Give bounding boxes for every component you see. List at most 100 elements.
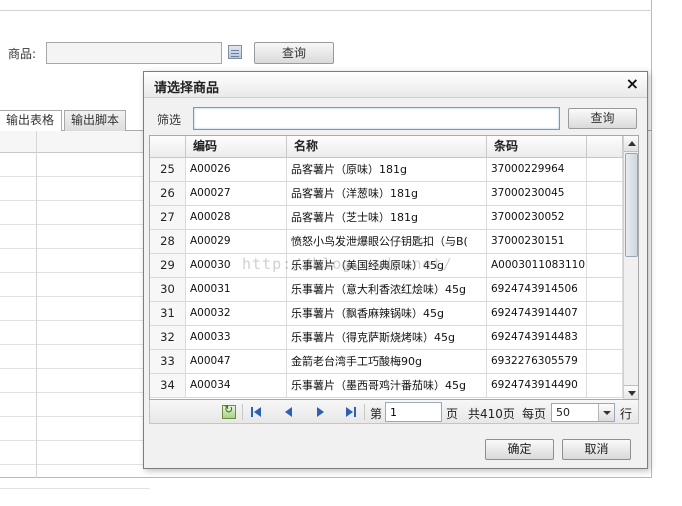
tab-output-table[interactable]: 输出表格	[0, 110, 62, 131]
row-code: A00034	[186, 374, 287, 397]
chevron-down-icon[interactable]	[598, 404, 614, 421]
header-code[interactable]: 编码	[186, 136, 287, 158]
first-page-icon[interactable]	[250, 405, 264, 419]
table-row[interactable]: 31 A00032 乐事薯片（飘香麻辣锅味）45g 6924743914407	[150, 302, 623, 326]
header-name[interactable]: 名称	[287, 136, 487, 158]
ok-button[interactable]: 确定	[485, 439, 554, 460]
row-index: 25	[150, 158, 186, 181]
scroll-down-icon[interactable]	[624, 385, 638, 399]
background-grid-row	[0, 273, 150, 297]
row-barcode: 6924743914407	[487, 302, 587, 325]
background-grid-row	[0, 297, 150, 321]
scroll-thumb[interactable]	[625, 153, 638, 257]
table-row[interactable]: 34 A00034 乐事薯片（墨西哥鸡汁番茄味）45g 692474391449…	[150, 374, 623, 398]
row-index: 27	[150, 206, 186, 229]
rows-suffix: 行	[620, 407, 633, 421]
page-suffix: 页	[446, 407, 459, 421]
row-index: 29	[150, 254, 186, 277]
picker-icon[interactable]	[228, 45, 242, 59]
filter-input[interactable]	[193, 107, 560, 130]
row-name: 乐事薯片（意大利香浓红烩味）45g	[287, 278, 487, 301]
row-index: 30	[150, 278, 186, 301]
row-name: 品客薯片（原味）181g	[287, 158, 487, 181]
total-pages: 共410页	[468, 407, 515, 421]
table-row[interactable]: 28 A00029 愤怒小鸟发泄爆眼公仔钥匙扣（与B( 37000230151	[150, 230, 623, 254]
page-size-select[interactable]: 50	[551, 403, 615, 422]
row-name: 品客薯片（芝士味）181g	[287, 206, 487, 229]
dialog-titlebar[interactable]: 请选择商品 ×	[144, 72, 647, 98]
row-index: 34	[150, 374, 186, 397]
header-filler	[587, 136, 623, 158]
table-row[interactable]: 25 A00026 品客薯片（原味）181g 37000229964	[150, 158, 623, 182]
background-grid-divider	[36, 131, 37, 478]
row-filler	[587, 230, 623, 253]
row-filler	[587, 158, 623, 181]
background-grid-row	[0, 321, 150, 345]
background-grid-row	[0, 393, 150, 417]
page-size-value: 50	[556, 406, 570, 419]
next-page-icon[interactable]	[313, 405, 327, 419]
table-row[interactable]: 30 A00031 乐事薯片（意大利香浓红烩味）45g 692474391450…	[150, 278, 623, 302]
query-button[interactable]: 查询	[254, 42, 334, 64]
row-index: 26	[150, 182, 186, 205]
row-filler	[587, 206, 623, 229]
header-index	[150, 136, 186, 158]
background-grid-row	[0, 417, 150, 441]
row-code: A00028	[186, 206, 287, 229]
tab-output-script[interactable]: 输出脚本	[64, 110, 126, 131]
product-input[interactable]	[46, 42, 222, 64]
table-row[interactable]: 33 A00047 金箭老台湾手工巧酸梅90g 6932276305579	[150, 350, 623, 374]
row-filler	[587, 182, 623, 205]
row-code: A00032	[186, 302, 287, 325]
row-index: 32	[150, 326, 186, 349]
row-code: A00027	[186, 182, 287, 205]
cancel-button[interactable]: 取消	[562, 439, 631, 460]
filter-label: 筛选	[157, 113, 182, 127]
pager-separator	[364, 404, 365, 420]
table-row[interactable]: 27 A00028 品客薯片（芝士味）181g 37000230052	[150, 206, 623, 230]
header-barcode[interactable]: 条码	[487, 136, 587, 158]
scroll-up-icon[interactable]	[624, 136, 638, 152]
row-name: 乐事薯片（飘香麻辣锅味）45g	[287, 302, 487, 325]
pager-separator	[242, 404, 243, 420]
table-row[interactable]: 32 A00033 乐事薯片（得克萨斯烧烤味）45g 6924743914483	[150, 326, 623, 350]
background-grid-row	[0, 201, 150, 225]
row-barcode: 37000230045	[487, 182, 587, 205]
refresh-icon[interactable]	[222, 403, 236, 419]
product-label: 商品:	[8, 47, 37, 61]
row-barcode: 6924743914506	[487, 278, 587, 301]
close-icon[interactable]: ×	[626, 75, 639, 93]
background-grid	[0, 131, 150, 489]
background-grid-row	[0, 345, 150, 369]
page-prefix: 第	[370, 407, 383, 421]
row-barcode: 6924743914483	[487, 326, 587, 349]
row-code: A00029	[186, 230, 287, 253]
row-index: 28	[150, 230, 186, 253]
prev-page-icon[interactable]	[282, 405, 296, 419]
row-filler	[587, 326, 623, 349]
row-code: A00033	[186, 326, 287, 349]
top-divider	[0, 10, 652, 11]
row-barcode: 6924743914490	[487, 374, 587, 397]
filter-query-button[interactable]: 查询	[568, 108, 637, 129]
grid-body: 25 A00026 品客薯片（原味）181g 37000229964 26 A0…	[150, 158, 623, 399]
per-page-label: 每页	[522, 407, 547, 421]
dialog-title: 请选择商品	[154, 81, 220, 96]
background-grid-row	[0, 225, 150, 249]
row-filler	[587, 302, 623, 325]
row-filler	[587, 374, 623, 397]
row-code: A00047	[186, 350, 287, 373]
row-barcode: A0003011083110	[487, 254, 587, 277]
watermark: http://blog.csdn.net/	[242, 255, 453, 273]
vertical-scrollbar[interactable]	[623, 136, 638, 399]
row-name: 金箭老台湾手工巧酸梅90g	[287, 350, 487, 373]
pagination-bar: 第 页 共410页 每页 50 行	[149, 400, 639, 424]
background-grid-row	[0, 177, 150, 201]
row-filler	[587, 254, 623, 277]
row-name: 品客薯片（洋葱味）181g	[287, 182, 487, 205]
table-row[interactable]: 26 A00027 品客薯片（洋葱味）181g 37000230045	[150, 182, 623, 206]
row-filler	[587, 278, 623, 301]
row-code: A00026	[186, 158, 287, 181]
page-number-input[interactable]	[385, 402, 442, 422]
last-page-icon[interactable]	[344, 405, 358, 419]
